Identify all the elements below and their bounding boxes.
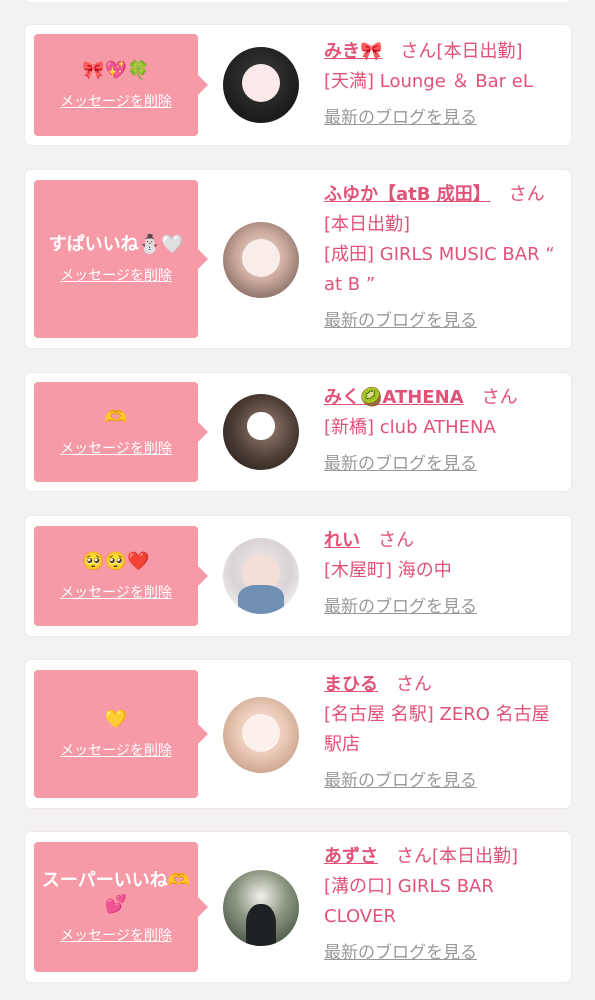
latest-blog-link[interactable]: 最新のブログを見る — [324, 103, 559, 133]
shop-location: [名古屋 名駅] ZERO 名古屋駅店 — [324, 704, 550, 755]
avatar[interactable] — [223, 394, 299, 470]
cast-name-link[interactable]: みき🎀 — [324, 41, 382, 62]
status-text: [本日出勤] — [436, 41, 523, 62]
message-card: 🫶 メッセージを削除 みく🥝ATHENA さん [新橋] club ATHENA … — [25, 373, 571, 491]
message-text: 🥺🥺❤️ — [82, 551, 150, 572]
cast-info: れい さん [木屋町] 海の中 最新のブログを見る — [324, 526, 559, 622]
message-card: 🎀💖🍀 メッセージを削除 みき🎀 さん[本日出勤] [天満] Lounge ＆ B… — [25, 25, 571, 145]
delete-message-link[interactable]: メッセージを削除 — [60, 740, 172, 760]
latest-blog-link[interactable]: 最新のブログを見る — [324, 938, 559, 968]
photo-face-icon — [242, 713, 280, 752]
message-card: すぱいいね⛄🤍 メッセージを削除 ふゆか【atB 成田】 さん [本日出勤] [成… — [25, 170, 571, 348]
cast-info: まひる さん [名古屋 名駅] ZERO 名古屋駅店 最新のブログを見る — [324, 670, 559, 796]
cast-info: ふゆか【atB 成田】 さん [本日出勤] [成田] GIRLS MUSIC BA… — [324, 180, 559, 336]
photo-face-icon — [242, 238, 280, 277]
honorific: さん — [396, 846, 432, 867]
heart-sticker-icon — [247, 412, 275, 440]
message-card: 💛 メッセージを削除 まひる さん [名古屋 名駅] ZERO 名古屋駅店 最新の… — [25, 660, 571, 808]
cast-name-link[interactable]: みく🥝ATHENA — [324, 387, 464, 408]
avatar[interactable] — [223, 870, 299, 946]
message-bubble: すぱいいね⛄🤍 メッセージを削除 — [34, 180, 208, 338]
cast-name-link[interactable]: まひる — [324, 674, 378, 695]
honorific: さん — [481, 387, 518, 408]
message-text: 🎀💖🍀 — [82, 60, 150, 81]
message-bubble: 🎀💖🍀 メッセージを削除 — [34, 34, 208, 136]
message-card: スーパーいいね🫶 💕 メッセージを削除 あずさ さん[本日出勤] [溝の口] GI… — [25, 832, 571, 982]
shop-location: [木屋町] 海の中 — [324, 560, 452, 581]
message-text: スーパーいいね🫶 💕 — [41, 870, 191, 915]
delete-message-link[interactable]: メッセージを削除 — [60, 438, 172, 458]
message-bubble: 🥺🥺❤️ メッセージを削除 — [34, 526, 208, 626]
message-bubble: スーパーいいね🫶 💕 メッセージを削除 — [34, 842, 208, 972]
cast-info: あずさ さん[本日出勤] [溝の口] GIRLS BAR CLOVER 最新のブロ… — [324, 842, 559, 968]
latest-blog-link[interactable]: 最新のブログを見る — [324, 449, 559, 479]
latest-blog-link[interactable]: 最新のブログを見る — [324, 766, 559, 796]
status-text: [本日出勤] — [324, 214, 411, 235]
cast-name-link[interactable]: あずさ — [324, 846, 378, 867]
message-card: 🥺🥺❤️ メッセージを削除 れい さん [木屋町] 海の中 最新のブログを見る — [25, 516, 571, 636]
cast-info: みき🎀 さん[本日出勤] [天満] Lounge ＆ Bar eL 最新のブログを… — [324, 37, 559, 133]
sticker-face-icon — [242, 63, 280, 102]
delete-message-link[interactable]: メッセージを削除 — [60, 582, 172, 602]
latest-blog-link[interactable]: 最新のブログを見る — [324, 592, 559, 622]
avatar[interactable] — [223, 697, 299, 773]
honorific: さん — [396, 674, 432, 695]
outfit-shape — [238, 585, 284, 614]
avatar[interactable] — [223, 538, 299, 614]
latest-blog-link[interactable]: 最新のブログを見る — [324, 306, 559, 336]
cast-info: みく🥝ATHENA さん [新橋] club ATHENA 最新のブログを見る — [324, 383, 559, 479]
message-text: 🫶 — [104, 407, 128, 428]
honorific: さん — [508, 184, 545, 205]
honorific: さん — [378, 530, 414, 551]
avatar[interactable] — [223, 47, 299, 123]
delete-message-link[interactable]: メッセージを削除 — [60, 91, 172, 111]
message-text: すぱいいね⛄🤍 — [48, 234, 184, 255]
previous-card-edge — [25, 0, 571, 2]
shop-location: [溝の口] GIRLS BAR CLOVER — [324, 876, 494, 927]
shop-location: [新橋] club ATHENA — [324, 417, 496, 438]
cast-name-link[interactable]: れい — [324, 530, 360, 551]
avatar[interactable] — [223, 222, 299, 298]
shop-location: [天満] Lounge ＆ Bar eL — [324, 71, 533, 92]
cast-name-link[interactable]: ふゆか【atB 成田】 — [324, 184, 491, 205]
shop-location: [成田] GIRLS MUSIC BAR “ at B ” — [324, 244, 555, 295]
honorific: さん — [400, 41, 437, 62]
message-text: 💛 — [104, 709, 128, 730]
delete-message-link[interactable]: メッセージを削除 — [60, 265, 172, 285]
message-bubble: 🫶 メッセージを削除 — [34, 382, 208, 482]
status-text: [本日出勤] — [432, 846, 519, 867]
delete-message-link[interactable]: メッセージを削除 — [60, 925, 172, 945]
message-bubble: 💛 メッセージを削除 — [34, 670, 208, 798]
figure-shape — [245, 904, 277, 946]
